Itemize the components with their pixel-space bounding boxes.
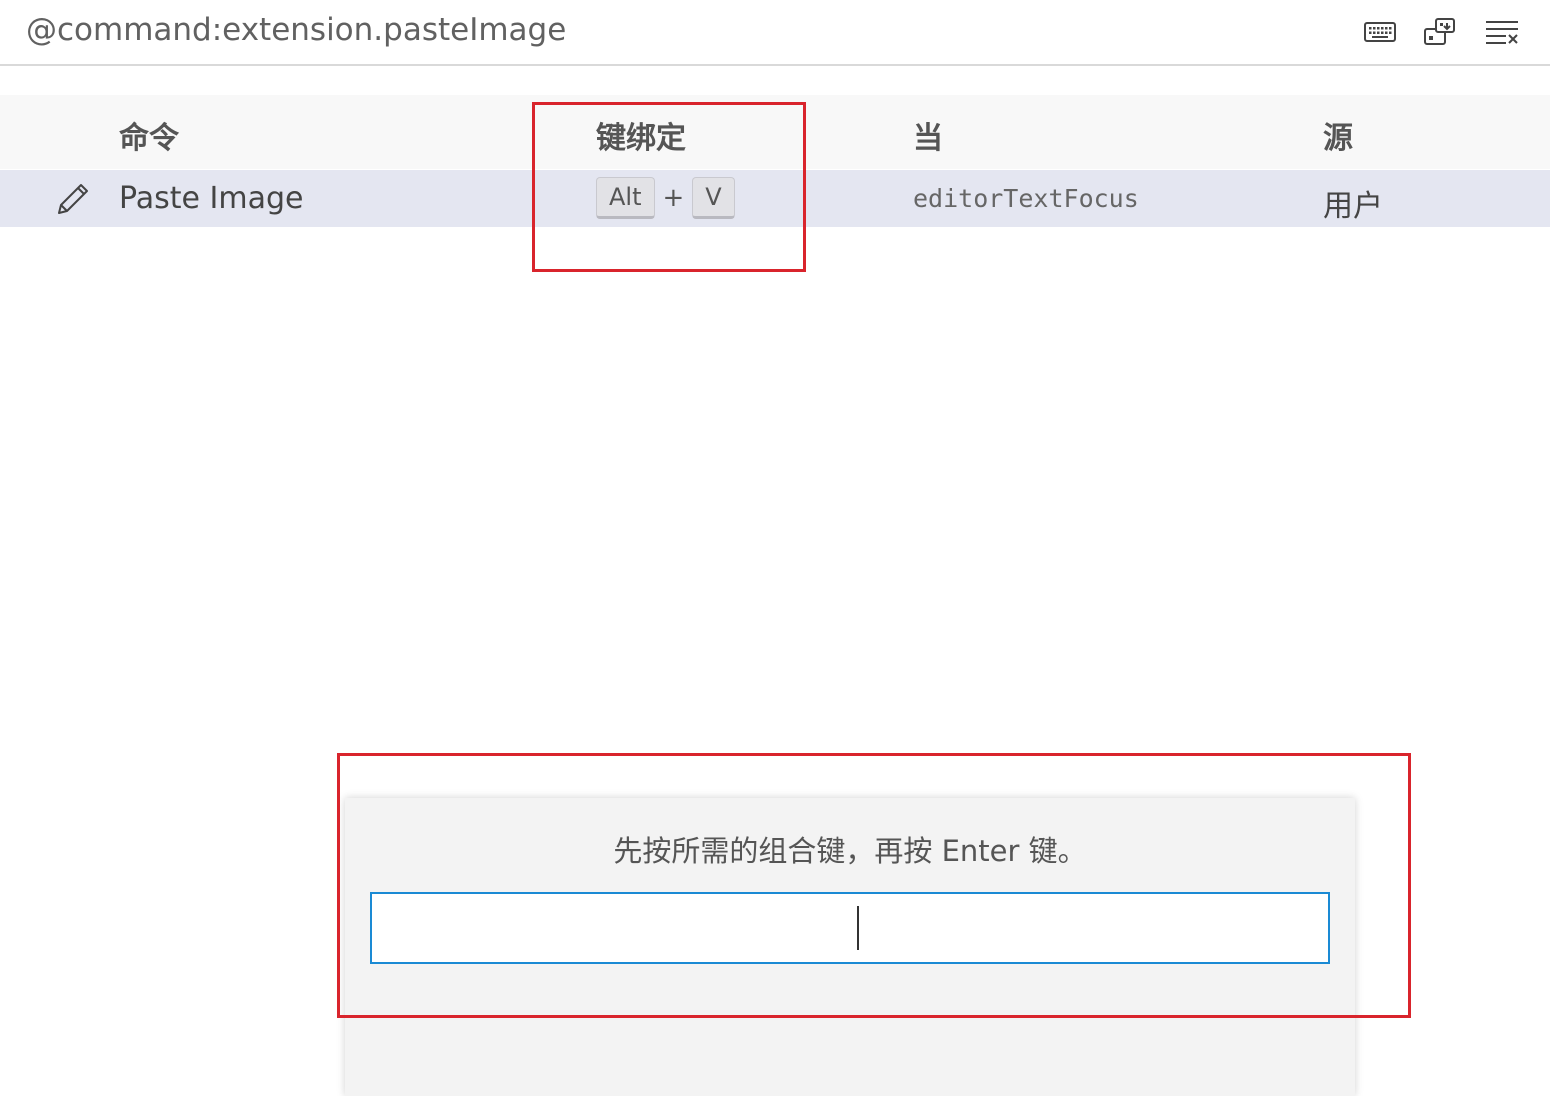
- clear-search-icon[interactable]: [1484, 14, 1520, 50]
- source-cell: 用户: [1323, 189, 1383, 224]
- command-cell: Paste Image: [119, 181, 304, 216]
- search-bar[interactable]: @command:extension.pasteImage: [0, 0, 1550, 66]
- record-keys-icon[interactable]: [1422, 14, 1458, 50]
- column-header-command[interactable]: 命令: [119, 113, 179, 157]
- annotation-box-keybinding: [532, 102, 806, 272]
- column-header-when[interactable]: 当: [913, 113, 943, 157]
- keyboard-icon[interactable]: [1362, 14, 1398, 50]
- column-header-source[interactable]: 源: [1323, 113, 1353, 157]
- annotation-box-dialog: [337, 753, 1411, 1018]
- search-input[interactable]: @command:extension.pasteImage: [26, 12, 566, 48]
- when-cell[interactable]: editorTextFocus: [913, 184, 1139, 213]
- pencil-icon[interactable]: [54, 180, 92, 218]
